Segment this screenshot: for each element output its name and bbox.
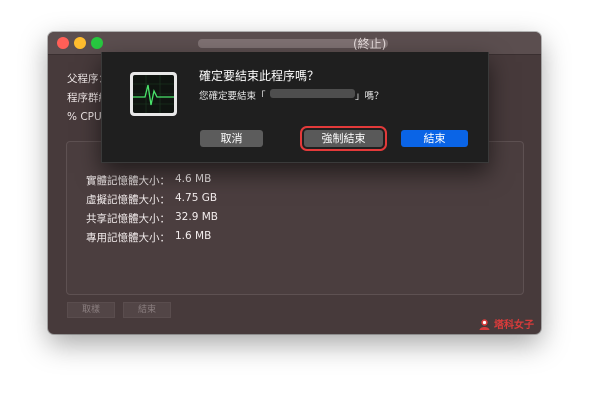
virtual-memory-label: 虛擬記憶體大小： — [86, 194, 170, 206]
physical-memory-value: 4.6 MB — [175, 173, 212, 185]
activity-monitor-app-icon — [130, 72, 177, 116]
dialog-message-suffix: 」嗎？ — [355, 91, 384, 102]
watermark-text: 塔科女子 — [494, 320, 534, 331]
dialog-title: 確定要結束此程序嗎？ — [199, 69, 320, 83]
dialog-message-prefix: 您確定要結束「 — [199, 91, 266, 102]
heartbeat-graph-icon — [133, 75, 174, 113]
watermark-logo-icon — [479, 319, 490, 330]
blurred-app-name — [270, 89, 355, 98]
physical-memory-label: 實體記憶體大小： — [86, 175, 170, 187]
sample-button[interactable]: 取樣 — [67, 302, 115, 318]
shared-memory-label: 共享記憶體大小： — [86, 213, 170, 225]
private-memory-label: 專用記憶體大小： — [86, 232, 170, 244]
force-quit-confirm-dialog: 確定要結束此程序嗎？ 您確定要結束「 」嗎？ 取消 強制結束 結束 — [101, 52, 489, 163]
quit-process-button[interactable]: 結束 — [123, 302, 171, 318]
window-title-suffix: (終止) — [353, 37, 387, 51]
private-memory-value: 1.6 MB — [175, 230, 212, 242]
close-window-button[interactable] — [57, 37, 69, 49]
watermark: 塔科女子 — [478, 316, 534, 334]
cancel-button[interactable]: 取消 — [200, 130, 263, 147]
quit-button[interactable]: 結束 — [401, 130, 468, 147]
force-quit-button[interactable]: 強制結束 — [304, 130, 383, 147]
zoom-window-button[interactable] — [91, 37, 103, 49]
minimize-window-button[interactable] — [74, 37, 86, 49]
virtual-memory-value: 4.75 GB — [175, 192, 218, 204]
shared-memory-value: 32.9 MB — [175, 211, 218, 223]
